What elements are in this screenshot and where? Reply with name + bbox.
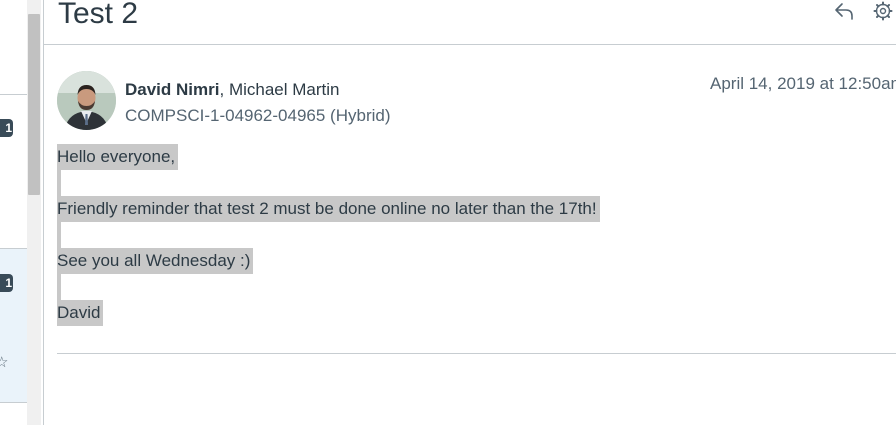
unread-count-badge: 1 (0, 274, 13, 292)
conversation-list: 1 1 ☆ (0, 0, 27, 425)
recipient-name[interactable]: Michael Martin (229, 80, 340, 99)
body-blank-line (57, 222, 61, 248)
body-line: See you all Wednesday :) (57, 248, 254, 274)
message-divider (57, 353, 896, 354)
course-context: COMPSCI-1-04962-04965 (Hybrid) (125, 106, 391, 125)
scrollbar-thumb[interactable] (28, 14, 40, 195)
body-blank-line (57, 170, 61, 196)
body-line: Hello everyone, (57, 144, 179, 170)
body-line: David (57, 300, 104, 326)
message-timestamp: April 14, 2019 at 12:50am (710, 74, 896, 93)
list-divider (0, 402, 27, 403)
avatar[interactable] (57, 71, 116, 130)
pane-divider (43, 0, 44, 425)
participant-separator: , (219, 80, 229, 99)
participants: David Nimri, Michael Martin (125, 80, 339, 100)
list-divider (0, 94, 27, 95)
body-line: Friendly reminder that test 2 must be do… (57, 196, 600, 222)
reply-icon[interactable] (833, 0, 855, 22)
author-name[interactable]: David Nimri (125, 80, 219, 99)
star-icon[interactable]: ☆ (0, 355, 8, 370)
body-blank-line (57, 274, 61, 300)
gear-icon[interactable] (872, 0, 894, 22)
header-divider (44, 44, 896, 45)
unread-count-badge: 1 (0, 119, 13, 137)
list-divider (0, 248, 27, 249)
conversation-item-selected[interactable] (0, 249, 27, 402)
message-subject: Test 2 (58, 0, 139, 30)
